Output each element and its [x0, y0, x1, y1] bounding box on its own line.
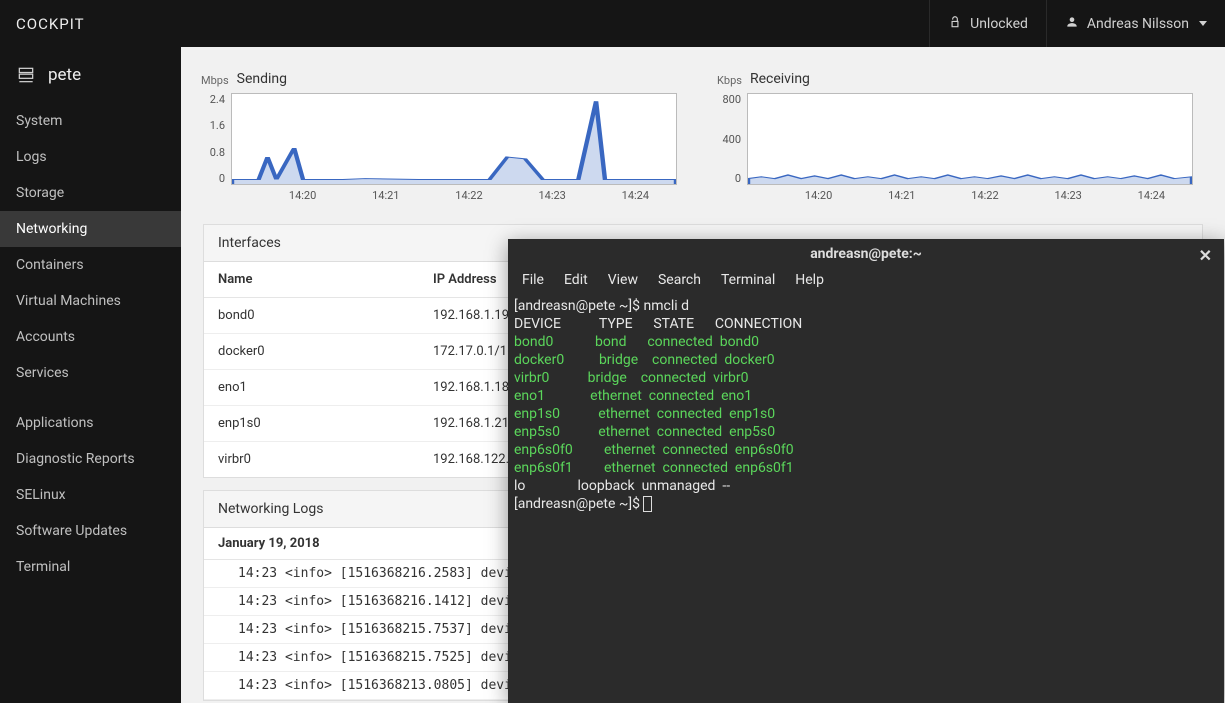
sending-plot: [231, 93, 677, 185]
iface-name: eno1: [218, 380, 433, 395]
user-icon: [1065, 15, 1079, 33]
sidebar-item-terminal[interactable]: Terminal: [0, 549, 181, 585]
terminal-menubar: File Edit View Search Terminal Help: [508, 268, 1224, 295]
terminal-menu-edit[interactable]: Edit: [564, 272, 588, 288]
chevron-down-icon: [1199, 21, 1207, 26]
terminal-window[interactable]: andreasn@pete:~ ✕ File Edit View Search Term…: [508, 239, 1224, 703]
sidebar-item-system[interactable]: System: [0, 103, 181, 139]
user-name: Andreas Nilsson: [1087, 16, 1189, 32]
sidebar-item-software-updates[interactable]: Software Updates: [0, 513, 181, 549]
sending-chart: Mbps Sending 2.41.60.80 14:2014:2114:221…: [201, 71, 677, 202]
iface-name: virbr0: [218, 452, 433, 467]
receiving-yaxis: 8004000: [717, 93, 741, 185]
lock-label: Unlocked: [970, 16, 1028, 32]
terminal-menu-terminal[interactable]: Terminal: [721, 272, 775, 288]
col-name: Name: [218, 272, 433, 287]
sending-xaxis: 14:2014:2114:2214:2314:24: [261, 189, 677, 202]
sidebar-item-services[interactable]: Services: [0, 355, 181, 391]
sending-title: Sending: [237, 71, 287, 87]
iface-name: docker0: [218, 344, 433, 359]
receiving-xaxis: 14:2014:2114:2214:2314:24: [777, 189, 1193, 202]
terminal-title: andreasn@pete:~ ✕: [508, 239, 1224, 268]
terminal-menu-search[interactable]: Search: [658, 272, 701, 288]
terminal-body[interactable]: [andreasn@pete ~]$ nmcli d DEVICE TYPE S…: [508, 295, 1224, 703]
sidebar-item-logs[interactable]: Logs: [0, 139, 181, 175]
user-menu[interactable]: Andreas Nilsson: [1046, 0, 1225, 47]
iface-name: bond0: [218, 308, 433, 323]
sidebar-item-containers[interactable]: Containers: [0, 247, 181, 283]
sidebar-item-virtual-machines[interactable]: Virtual Machines: [0, 283, 181, 319]
sidebar-item-applications[interactable]: Applications: [0, 405, 181, 441]
topbar: COCKPIT Unlocked Andreas Nilsson: [0, 0, 1225, 47]
terminal-menu-help[interactable]: Help: [795, 272, 824, 288]
sending-yaxis: 2.41.60.80: [201, 93, 225, 185]
close-icon[interactable]: ✕: [1199, 246, 1212, 265]
server-icon: [16, 65, 36, 85]
host-name: pete: [48, 65, 81, 85]
host-selector[interactable]: pete: [0, 61, 181, 103]
receiving-chart: Kbps Receiving 8004000 14:2014:2114:2214…: [717, 71, 1193, 202]
receiving-plot: [747, 93, 1193, 185]
terminal-menu-file[interactable]: File: [522, 272, 544, 288]
sidebar-item-diagnostic-reports[interactable]: Diagnostic Reports: [0, 441, 181, 477]
terminal-menu-view[interactable]: View: [608, 272, 638, 288]
sidebar: pete SystemLogsStorageNetworkingContaine…: [0, 47, 181, 703]
sidebar-item-storage[interactable]: Storage: [0, 175, 181, 211]
sending-unit: Mbps: [201, 74, 229, 87]
lock-icon: [948, 15, 962, 33]
sidebar-item-networking[interactable]: Networking: [0, 211, 181, 247]
sidebar-item-selinux[interactable]: SELinux: [0, 477, 181, 513]
brand: COCKPIT: [0, 15, 101, 33]
iface-name: enp1s0: [218, 416, 433, 431]
lock-toggle[interactable]: Unlocked: [929, 0, 1046, 47]
sidebar-item-accounts[interactable]: Accounts: [0, 319, 181, 355]
receiving-title: Receiving: [750, 71, 810, 87]
receiving-unit: Kbps: [717, 74, 742, 87]
